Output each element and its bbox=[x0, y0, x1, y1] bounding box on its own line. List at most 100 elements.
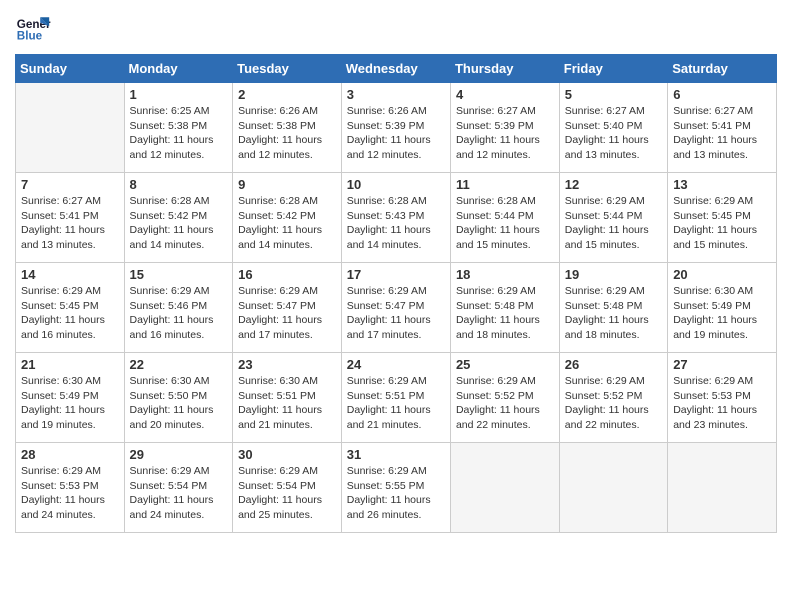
calendar-cell: 29 Sunrise: 6:29 AM Sunset: 5:54 PM Dayli… bbox=[124, 443, 233, 533]
day-number: 21 bbox=[21, 357, 119, 372]
day-number: 16 bbox=[238, 267, 336, 282]
page-header: General Blue bbox=[15, 10, 777, 46]
day-header-wednesday: Wednesday bbox=[341, 55, 450, 83]
day-info: Sunrise: 6:29 AM Sunset: 5:47 PM Dayligh… bbox=[238, 284, 336, 343]
day-number: 12 bbox=[565, 177, 662, 192]
week-row-1: 1Sunrise: 6:25 AM Sunset: 5:38 PM Daylig… bbox=[16, 83, 777, 173]
day-info: Sunrise: 6:30 AM Sunset: 5:50 PM Dayligh… bbox=[130, 374, 228, 433]
calendar-cell: 20 Sunrise: 6:30 AM Sunset: 5:49 PM Dayli… bbox=[668, 263, 777, 353]
day-header-tuesday: Tuesday bbox=[233, 55, 342, 83]
calendar-cell: 11 Sunrise: 6:28 AM Sunset: 5:44 PM Dayli… bbox=[450, 173, 559, 263]
day-info: Sunrise: 6:29 AM Sunset: 5:45 PM Dayligh… bbox=[21, 284, 119, 343]
day-info: Sunrise: 6:28 AM Sunset: 5:42 PM Dayligh… bbox=[238, 194, 336, 253]
calendar-cell: 19Sunrise: 6:29 AM Sunset: 5:48 PM Dayli… bbox=[559, 263, 667, 353]
calendar: SundayMondayTuesdayWednesdayThursdayFrid… bbox=[15, 54, 777, 533]
logo-icon: General Blue bbox=[15, 10, 51, 46]
day-info: Sunrise: 6:30 AM Sunset: 5:49 PM Dayligh… bbox=[21, 374, 119, 433]
day-number: 28 bbox=[21, 447, 119, 462]
day-number: 25 bbox=[456, 357, 554, 372]
day-number: 1 bbox=[130, 87, 228, 102]
day-info: Sunrise: 6:29 AM Sunset: 5:54 PM Dayligh… bbox=[238, 464, 336, 523]
day-info: Sunrise: 6:28 AM Sunset: 5:44 PM Dayligh… bbox=[456, 194, 554, 253]
day-number: 3 bbox=[347, 87, 445, 102]
day-info: Sunrise: 6:29 AM Sunset: 5:47 PM Dayligh… bbox=[347, 284, 445, 343]
calendar-cell: 14 Sunrise: 6:29 AM Sunset: 5:45 PM Dayli… bbox=[16, 263, 125, 353]
calendar-cell bbox=[450, 443, 559, 533]
day-number: 13 bbox=[673, 177, 771, 192]
day-number: 10 bbox=[347, 177, 445, 192]
day-info: Sunrise: 6:30 AM Sunset: 5:51 PM Dayligh… bbox=[238, 374, 336, 433]
day-info: Sunrise: 6:30 AM Sunset: 5:49 PM Dayligh… bbox=[673, 284, 771, 343]
calendar-cell: 5Sunrise: 6:27 AM Sunset: 5:40 PM Daylig… bbox=[559, 83, 667, 173]
calendar-header: SundayMondayTuesdayWednesdayThursdayFrid… bbox=[16, 55, 777, 83]
calendar-cell: 27 Sunrise: 6:29 AM Sunset: 5:53 PM Dayli… bbox=[668, 353, 777, 443]
day-info: Sunrise: 6:29 AM Sunset: 5:46 PM Dayligh… bbox=[130, 284, 228, 343]
day-number: 9 bbox=[238, 177, 336, 192]
day-number: 17 bbox=[347, 267, 445, 282]
calendar-cell: 17 Sunrise: 6:29 AM Sunset: 5:47 PM Dayli… bbox=[341, 263, 450, 353]
calendar-cell: 31 Sunrise: 6:29 AM Sunset: 5:55 PM Dayli… bbox=[341, 443, 450, 533]
logo: General Blue bbox=[15, 10, 51, 46]
day-header-monday: Monday bbox=[124, 55, 233, 83]
day-info: Sunrise: 6:29 AM Sunset: 5:53 PM Dayligh… bbox=[21, 464, 119, 523]
day-info: Sunrise: 6:29 AM Sunset: 5:53 PM Dayligh… bbox=[673, 374, 771, 433]
day-number: 2 bbox=[238, 87, 336, 102]
calendar-cell: 9 Sunrise: 6:28 AM Sunset: 5:42 PM Daylig… bbox=[233, 173, 342, 263]
day-info: Sunrise: 6:29 AM Sunset: 5:51 PM Dayligh… bbox=[347, 374, 445, 433]
calendar-cell: 4 Sunrise: 6:27 AM Sunset: 5:39 PM Daylig… bbox=[450, 83, 559, 173]
day-number: 11 bbox=[456, 177, 554, 192]
day-info: Sunrise: 6:29 AM Sunset: 5:54 PM Dayligh… bbox=[130, 464, 228, 523]
day-info: Sunrise: 6:28 AM Sunset: 5:42 PM Dayligh… bbox=[130, 194, 228, 253]
day-info: Sunrise: 6:26 AM Sunset: 5:38 PM Dayligh… bbox=[238, 104, 336, 163]
calendar-cell: 1Sunrise: 6:25 AM Sunset: 5:38 PM Daylig… bbox=[124, 83, 233, 173]
calendar-cell: 30 Sunrise: 6:29 AM Sunset: 5:54 PM Dayli… bbox=[233, 443, 342, 533]
day-number: 30 bbox=[238, 447, 336, 462]
calendar-cell bbox=[559, 443, 667, 533]
day-number: 15 bbox=[130, 267, 228, 282]
day-info: Sunrise: 6:29 AM Sunset: 5:55 PM Dayligh… bbox=[347, 464, 445, 523]
day-info: Sunrise: 6:27 AM Sunset: 5:41 PM Dayligh… bbox=[21, 194, 119, 253]
calendar-cell: 28 Sunrise: 6:29 AM Sunset: 5:53 PM Dayli… bbox=[16, 443, 125, 533]
day-number: 5 bbox=[565, 87, 662, 102]
calendar-cell: 8 Sunrise: 6:28 AM Sunset: 5:42 PM Daylig… bbox=[124, 173, 233, 263]
calendar-cell: 12Sunrise: 6:29 AM Sunset: 5:44 PM Dayli… bbox=[559, 173, 667, 263]
calendar-cell bbox=[668, 443, 777, 533]
day-header-sunday: Sunday bbox=[16, 55, 125, 83]
week-row-4: 21 Sunrise: 6:30 AM Sunset: 5:49 PM Dayli… bbox=[16, 353, 777, 443]
calendar-cell: 15 Sunrise: 6:29 AM Sunset: 5:46 PM Dayli… bbox=[124, 263, 233, 353]
day-number: 26 bbox=[565, 357, 662, 372]
day-info: Sunrise: 6:29 AM Sunset: 5:45 PM Dayligh… bbox=[673, 194, 771, 253]
day-number: 8 bbox=[130, 177, 228, 192]
day-number: 31 bbox=[347, 447, 445, 462]
svg-text:Blue: Blue bbox=[17, 30, 43, 43]
calendar-cell: 23Sunrise: 6:30 AM Sunset: 5:51 PM Dayli… bbox=[233, 353, 342, 443]
day-number: 14 bbox=[21, 267, 119, 282]
calendar-cell: 13 Sunrise: 6:29 AM Sunset: 5:45 PM Dayli… bbox=[668, 173, 777, 263]
day-info: Sunrise: 6:29 AM Sunset: 5:48 PM Dayligh… bbox=[456, 284, 554, 343]
day-number: 6 bbox=[673, 87, 771, 102]
day-info: Sunrise: 6:28 AM Sunset: 5:43 PM Dayligh… bbox=[347, 194, 445, 253]
day-info: Sunrise: 6:29 AM Sunset: 5:52 PM Dayligh… bbox=[565, 374, 662, 433]
calendar-cell: 24Sunrise: 6:29 AM Sunset: 5:51 PM Dayli… bbox=[341, 353, 450, 443]
calendar-cell: 6 Sunrise: 6:27 AM Sunset: 5:41 PM Daylig… bbox=[668, 83, 777, 173]
calendar-cell: 10 Sunrise: 6:28 AM Sunset: 5:43 PM Dayli… bbox=[341, 173, 450, 263]
day-info: Sunrise: 6:27 AM Sunset: 5:41 PM Dayligh… bbox=[673, 104, 771, 163]
day-number: 29 bbox=[130, 447, 228, 462]
calendar-cell: 7Sunrise: 6:27 AM Sunset: 5:41 PM Daylig… bbox=[16, 173, 125, 263]
week-row-3: 14 Sunrise: 6:29 AM Sunset: 5:45 PM Dayli… bbox=[16, 263, 777, 353]
week-row-5: 28 Sunrise: 6:29 AM Sunset: 5:53 PM Dayli… bbox=[16, 443, 777, 533]
day-info: Sunrise: 6:29 AM Sunset: 5:48 PM Dayligh… bbox=[565, 284, 662, 343]
calendar-cell: 21 Sunrise: 6:30 AM Sunset: 5:49 PM Dayli… bbox=[16, 353, 125, 443]
calendar-cell bbox=[16, 83, 125, 173]
day-info: Sunrise: 6:27 AM Sunset: 5:39 PM Dayligh… bbox=[456, 104, 554, 163]
day-number: 4 bbox=[456, 87, 554, 102]
day-info: Sunrise: 6:29 AM Sunset: 5:52 PM Dayligh… bbox=[456, 374, 554, 433]
day-number: 27 bbox=[673, 357, 771, 372]
calendar-cell: 2 Sunrise: 6:26 AM Sunset: 5:38 PM Daylig… bbox=[233, 83, 342, 173]
day-number: 20 bbox=[673, 267, 771, 282]
day-number: 22 bbox=[130, 357, 228, 372]
day-number: 18 bbox=[456, 267, 554, 282]
calendar-cell: 18 Sunrise: 6:29 AM Sunset: 5:48 PM Dayli… bbox=[450, 263, 559, 353]
day-header-saturday: Saturday bbox=[668, 55, 777, 83]
calendar-cell: 3Sunrise: 6:26 AM Sunset: 5:39 PM Daylig… bbox=[341, 83, 450, 173]
